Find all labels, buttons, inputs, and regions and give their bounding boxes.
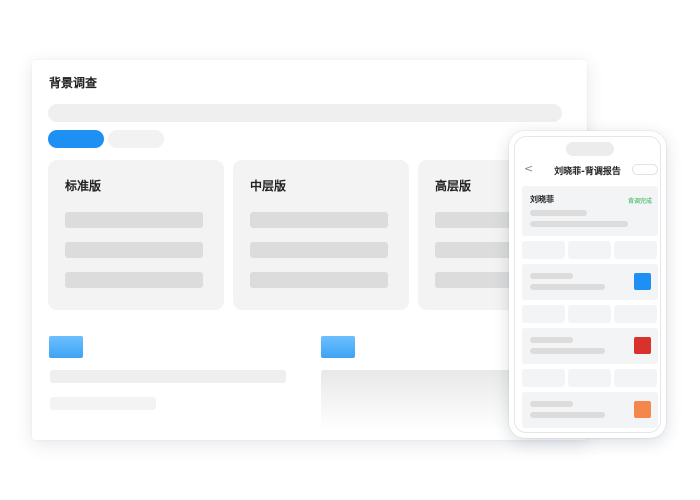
placeholder-line xyxy=(65,272,203,288)
placeholder-line xyxy=(250,242,388,258)
tab-active[interactable] xyxy=(48,130,104,148)
placeholder-line xyxy=(250,272,388,288)
plan-card-title: 中层版 xyxy=(250,179,287,193)
plan-card-standard[interactable]: 标准版 xyxy=(48,160,224,310)
placeholder-line xyxy=(530,284,605,290)
red-square-icon xyxy=(634,337,651,354)
desktop-window: 背景调查 标准版 中层版 高层版 xyxy=(32,60,587,440)
report-item[interactable] xyxy=(522,392,658,428)
phone-mockup: < 刘晓菲-背调报告 刘晓菲 背调完成 xyxy=(509,131,666,438)
grid-cell xyxy=(522,369,565,387)
placeholder-line xyxy=(530,221,628,227)
plan-card-title: 标准版 xyxy=(65,179,102,193)
placeholder-line xyxy=(530,337,573,343)
plan-card-middle[interactable]: 中层版 xyxy=(233,160,409,310)
blue-tag-right xyxy=(321,336,355,358)
menu-capsule[interactable] xyxy=(632,164,658,175)
grid-cell xyxy=(522,305,565,323)
grid-cell xyxy=(568,241,611,259)
plan-card-title: 高层版 xyxy=(435,179,472,193)
grid-cell xyxy=(568,369,611,387)
grid-cell xyxy=(614,241,657,259)
placeholder-line xyxy=(65,212,203,228)
placeholder-line xyxy=(250,212,388,228)
blue-square-icon xyxy=(634,273,651,290)
phone-screen: < 刘晓菲-背调报告 刘晓菲 背调完成 xyxy=(514,136,661,433)
tab-idle[interactable] xyxy=(108,130,164,148)
orange-square-icon xyxy=(634,401,651,418)
placeholder-line xyxy=(50,397,156,410)
grid-cell xyxy=(522,241,565,259)
blue-tag-left xyxy=(49,336,83,358)
report-item[interactable] xyxy=(522,264,658,300)
placeholder-line xyxy=(530,348,605,354)
placeholder-line xyxy=(50,370,286,383)
page-title: 背景调查 xyxy=(49,76,98,90)
search-bar-placeholder[interactable] xyxy=(48,104,562,122)
placeholder-line xyxy=(530,401,573,407)
placeholder-line xyxy=(65,242,203,258)
grid-cell xyxy=(614,305,657,323)
placeholder-line xyxy=(530,210,587,216)
status-badge: 背调完成 xyxy=(627,198,652,205)
placeholder-line xyxy=(530,412,605,418)
phone-notch xyxy=(566,142,614,156)
grid-cell xyxy=(614,369,657,387)
placeholder-line xyxy=(530,273,573,279)
candidate-name: 刘晓菲 xyxy=(530,195,554,204)
grid-cell xyxy=(568,305,611,323)
candidate-card[interactable]: 刘晓菲 背调完成 xyxy=(522,186,658,236)
report-item[interactable] xyxy=(522,328,658,364)
